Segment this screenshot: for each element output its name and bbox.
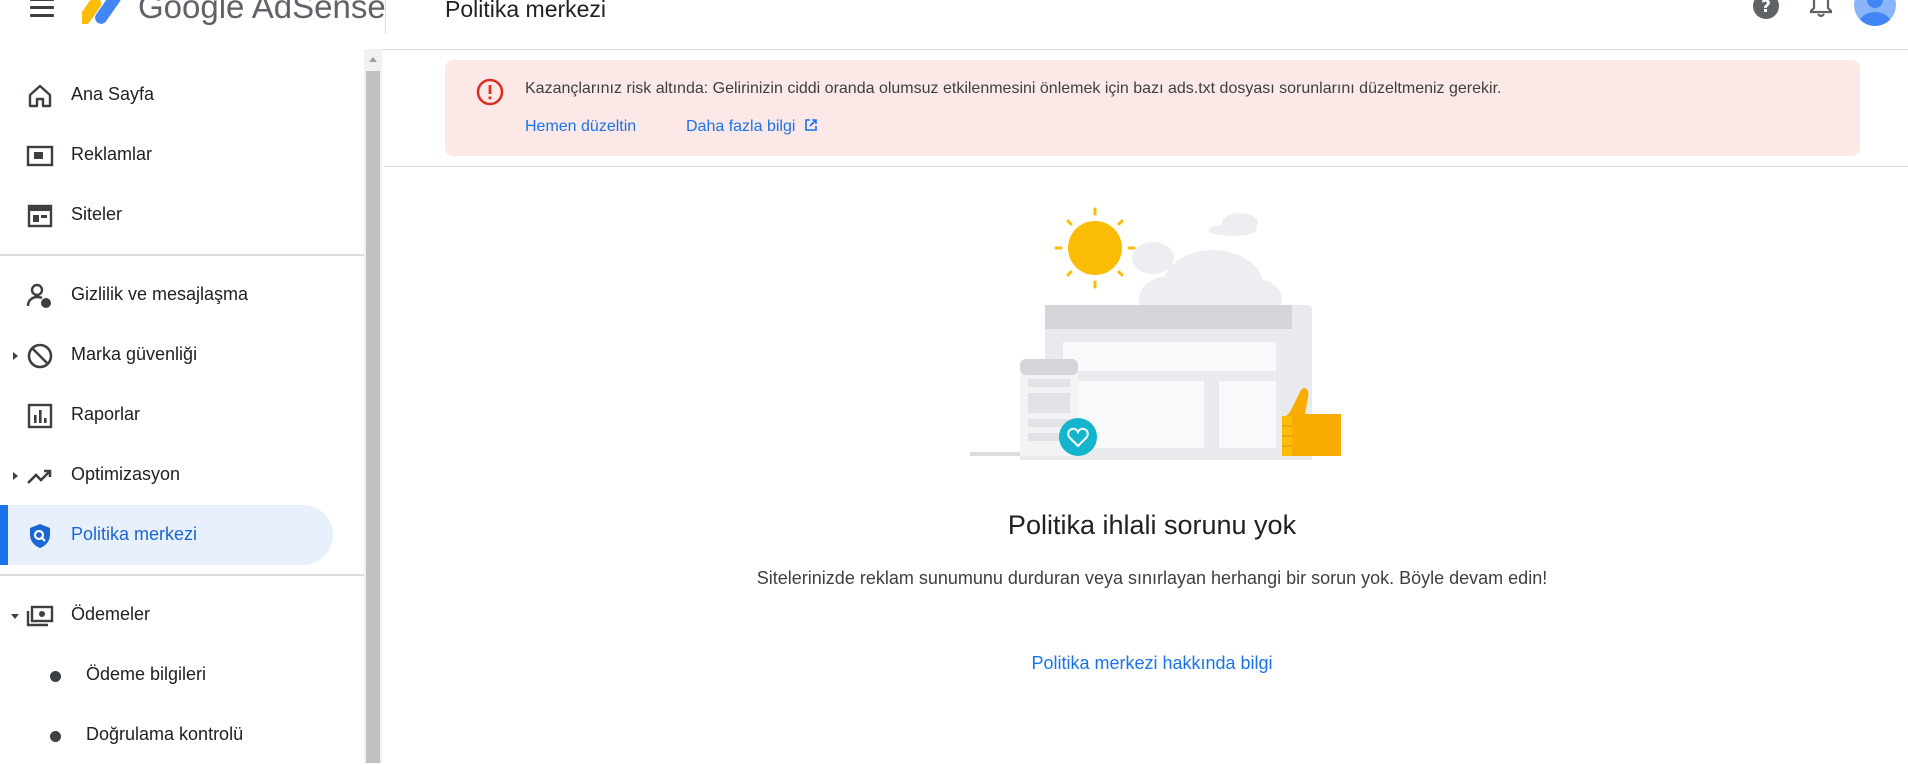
sidebar-subitem-payment-info[interactable]: Ödeme bilgileri bbox=[0, 645, 364, 705]
sidebar-item-label: Ödemeler bbox=[71, 604, 151, 624]
collapse-arrow-icon[interactable] bbox=[11, 614, 19, 619]
heart-badge-icon bbox=[1059, 418, 1097, 456]
sidebar-divider bbox=[0, 574, 364, 576]
home-icon bbox=[28, 84, 52, 108]
sidebar-item-label: Raporlar bbox=[71, 404, 141, 424]
block-icon bbox=[27, 343, 53, 369]
empty-state-description: Sitelerinizde reklam sunumunu durduran v… bbox=[756, 568, 1548, 588]
sidebar-nav: Ana Sayfa Reklamlar Siteler Gizlilik ve … bbox=[0, 49, 364, 763]
content-divider bbox=[384, 166, 1908, 167]
sidebar-item-label: Doğrulama kontrolü bbox=[86, 724, 244, 744]
adsense-logo-icon bbox=[82, 0, 121, 24]
sidebar-item-sites[interactable]: Siteler bbox=[0, 185, 364, 245]
menu-icon[interactable] bbox=[30, 0, 56, 20]
privacy-icon bbox=[26, 283, 51, 308]
brand-name[interactable]: Google AdSense bbox=[138, 0, 386, 26]
policy-center-info-link[interactable]: Politika merkezi hakkında bilgi bbox=[1031, 653, 1272, 674]
help-icon[interactable]: ? bbox=[1752, 0, 1780, 20]
sidebar-item-policy-center[interactable]: Politika merkezi bbox=[0, 505, 333, 565]
alert-message: Kazançlarınız risk altında: Gelirinizin … bbox=[525, 80, 1502, 97]
svg-text:?: ? bbox=[1761, 0, 1771, 17]
scrollbar-thumb[interactable] bbox=[366, 71, 380, 763]
sidebar-item-label: Reklamlar bbox=[71, 144, 153, 164]
bullet-icon bbox=[50, 671, 61, 682]
fix-now-link[interactable]: Hemen düzeltin bbox=[525, 118, 636, 136]
sidebar-divider bbox=[0, 254, 364, 256]
sites-icon bbox=[27, 204, 53, 228]
page-title: Politika merkezi bbox=[445, 0, 607, 22]
payments-icon bbox=[26, 605, 54, 627]
sidebar-item-home[interactable]: Ana Sayfa bbox=[0, 65, 364, 125]
expand-arrow-icon[interactable] bbox=[13, 472, 18, 480]
sidebar-item-label: Siteler bbox=[71, 204, 123, 224]
top-app-bar: Google AdSense Politika merkezi ? bbox=[0, 0, 1908, 50]
empty-state-title: Politika ihlali sorunu yok bbox=[1007, 510, 1297, 540]
sidebar-item-reports[interactable]: Raporlar bbox=[0, 385, 364, 445]
sidebar-item-label: Gizlilik ve mesajlaşma bbox=[71, 284, 249, 304]
sidebar-item-label: Marka güvenliği bbox=[71, 344, 198, 364]
ads-icon bbox=[26, 145, 54, 167]
notifications-icon[interactable] bbox=[1808, 0, 1834, 20]
sidebar-item-label: Politika merkezi bbox=[71, 524, 198, 544]
sidebar-scrollbar[interactable] bbox=[364, 49, 382, 763]
sidebar-subitem-verification[interactable]: Doğrulama kontrolü bbox=[0, 705, 364, 765]
bullet-icon bbox=[50, 731, 61, 742]
sidebar-item-label: Ödeme bilgileri bbox=[86, 664, 207, 684]
expand-arrow-icon[interactable] bbox=[13, 352, 18, 360]
sidebar-item-payments[interactable]: Ödemeler bbox=[0, 585, 364, 645]
reports-icon bbox=[27, 403, 53, 429]
scroll-up-arrow-icon[interactable] bbox=[369, 57, 377, 62]
error-icon bbox=[476, 78, 504, 106]
sidebar-item-ads[interactable]: Reklamlar bbox=[0, 125, 364, 185]
sidebar-item-privacy[interactable]: Gizlilik ve mesajlaşma bbox=[0, 265, 364, 325]
no-issues-illustration bbox=[970, 207, 1341, 460]
sidebar-item-label: Optimizasyon bbox=[71, 464, 181, 484]
sidebar-item-label: Ana Sayfa bbox=[71, 84, 155, 104]
policy-shield-icon bbox=[30, 524, 50, 548]
learn-more-link[interactable]: Daha fazla bilgi bbox=[686, 118, 818, 136]
sun-icon bbox=[1054, 207, 1136, 289]
sidebar-item-brand-safety[interactable]: Marka güvenliği bbox=[0, 325, 364, 385]
ads-txt-alert-banner: Kazançlarınız risk altında: Gelirinizin … bbox=[445, 60, 1860, 156]
external-link-icon bbox=[805, 119, 817, 131]
sidebar-item-optimization[interactable]: Optimizasyon bbox=[0, 445, 364, 505]
trending-icon bbox=[27, 469, 52, 484]
header-divider bbox=[385, 0, 386, 34]
learn-more-label: Daha fazla bilgi bbox=[686, 118, 796, 135]
account-avatar[interactable] bbox=[1854, 0, 1896, 26]
